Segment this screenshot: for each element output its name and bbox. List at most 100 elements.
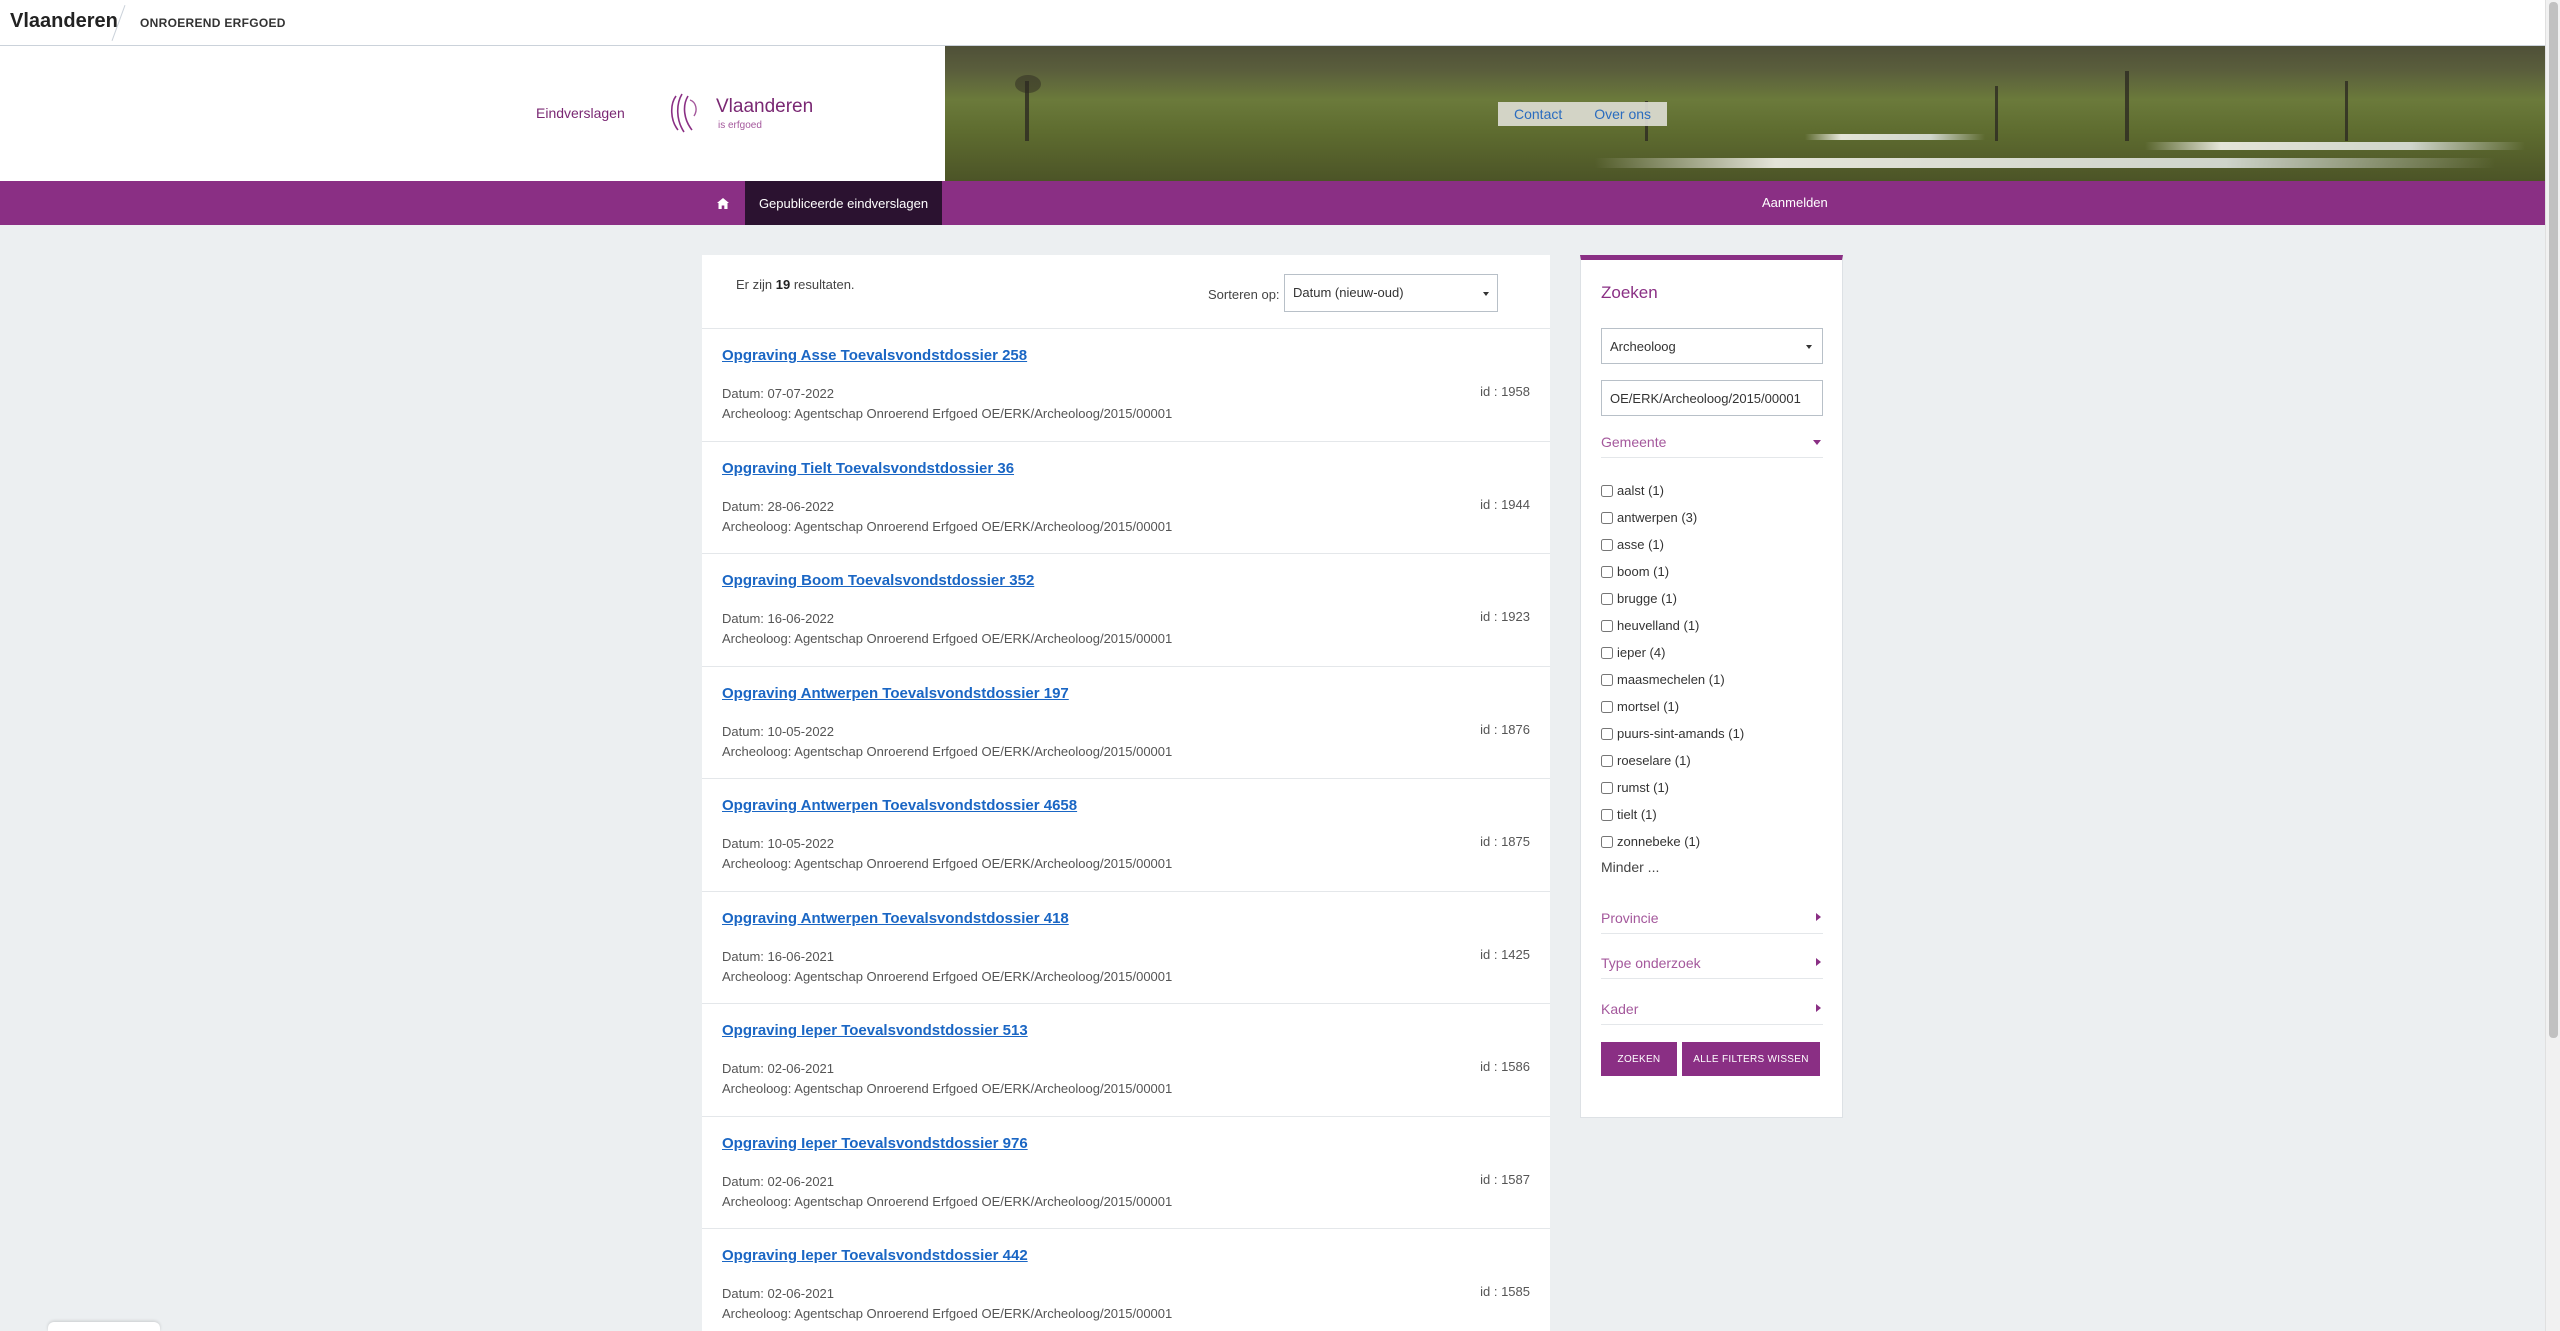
- site-banner: Eindverslagen Vlaanderen is erfgoed: [0, 46, 945, 181]
- results-panel: Er zijn 19 resultaten. Sorteren op: Datu…: [702, 255, 1550, 1331]
- gemeente-checkbox[interactable]: [1601, 727, 1613, 740]
- gemeente-checkbox[interactable]: [1601, 592, 1613, 605]
- nav-published-reports[interactable]: Gepubliceerde eindverslagen: [745, 181, 942, 225]
- result-archaeologist: Archeoloog: Agentschap Onroerend Erfgoed…: [722, 743, 1173, 759]
- result-title-link[interactable]: Opgraving Asse Toevalsvondstdossier 258: [722, 347, 1027, 364]
- result-date: Datum: 16-06-2022: [722, 611, 835, 626]
- gemeente-option[interactable]: heuvelland (1): [1601, 612, 1744, 639]
- gemeente-checkbox[interactable]: [1601, 538, 1613, 551]
- gemeente-option[interactable]: brugge (1): [1601, 585, 1744, 612]
- facet-gemeente[interactable]: Gemeente: [1601, 434, 1823, 458]
- gemeente-checkbox[interactable]: [1601, 781, 1613, 794]
- gemeente-option[interactable]: antwerpen (3): [1601, 504, 1744, 531]
- scrollbar-thumb[interactable]: [2549, 2, 2558, 1038]
- main-nav: Gepubliceerde eindverslagen Aanmelden: [0, 181, 2545, 225]
- result-item: Opgraving Boom Toevalsvondstdossier 352 D…: [702, 554, 1550, 667]
- facet-type-onderzoek[interactable]: Type onderzoek: [1601, 955, 1823, 979]
- gemeente-option[interactable]: aalst (1): [1601, 477, 1744, 504]
- gemeente-checkbox[interactable]: [1601, 484, 1613, 497]
- search-button[interactable]: ZOEKEN: [1601, 1042, 1677, 1076]
- search-field-select[interactable]: Archeoloog: [1601, 328, 1823, 364]
- facet-kader[interactable]: Kader: [1601, 1001, 1823, 1025]
- result-id: id : 1586: [1480, 1059, 1530, 1074]
- result-id: id : 1958: [1480, 384, 1530, 399]
- feedback-tab[interactable]: [48, 1322, 160, 1331]
- result-archaeologist: Archeoloog: Agentschap Onroerend Erfgoed…: [722, 856, 1173, 871]
- gemeente-option[interactable]: ieper (4): [1601, 639, 1744, 666]
- result-id: id : 1585: [1480, 1284, 1530, 1299]
- site-logo[interactable]: Vlaanderen is erfgoed: [668, 90, 828, 140]
- gemeente-option[interactable]: asse (1): [1601, 531, 1744, 558]
- lion-logo-icon: [670, 93, 697, 133]
- gemeente-option[interactable]: maasmechelen (1): [1601, 666, 1744, 693]
- show-less-link[interactable]: Minder ...: [1601, 859, 1659, 875]
- gemeente-option-label: maasmechelen (1): [1617, 672, 1725, 687]
- global-entity[interactable]: ONROEREND ERFGOED: [140, 16, 286, 30]
- about-link[interactable]: Over ons: [1578, 106, 1667, 122]
- result-date: Datum: 02-06-2021: [722, 1061, 835, 1076]
- result-title-link[interactable]: Opgraving Ieper Toevalsvondstdossier 442: [722, 1247, 1028, 1264]
- search-sidebar: Zoeken Archeoloog Gemeente aalst (1) antw…: [1580, 255, 1843, 1118]
- gemeente-option[interactable]: mortsel (1): [1601, 693, 1744, 720]
- result-title-link[interactable]: Opgraving Boom Toevalsvondstdossier 352: [722, 572, 1034, 589]
- result-id: id : 1425: [1480, 946, 1530, 962]
- result-id: id : 1876: [1480, 721, 1530, 737]
- gemeente-option[interactable]: zonnebeke (1): [1601, 828, 1744, 855]
- result-item: Opgraving Antwerpen Toevalsvondstdossier…: [702, 779, 1550, 892]
- site-title[interactable]: Eindverslagen: [536, 105, 625, 121]
- result-item: Opgraving Antwerpen Toevalsvondstdossier…: [702, 892, 1550, 1004]
- result-id: id : 1944: [1480, 496, 1530, 512]
- contact-link[interactable]: Contact: [1498, 106, 1578, 122]
- caret-right-icon: [1816, 958, 1821, 966]
- nav-home[interactable]: [702, 181, 744, 225]
- gemeente-option[interactable]: rumst (1): [1601, 774, 1744, 801]
- gemeente-option[interactable]: roeselare (1): [1601, 747, 1744, 774]
- login-link[interactable]: Aanmelden: [1762, 195, 1828, 210]
- logo-wordmark: Vlaanderen: [716, 96, 814, 117]
- page-scrollbar[interactable]: [2545, 0, 2560, 1331]
- gemeente-checkbox[interactable]: [1601, 700, 1613, 713]
- result-archaeologist: Archeoloog: Agentschap Onroerend Erfgoed…: [722, 1306, 1173, 1321]
- search-input[interactable]: [1601, 380, 1823, 416]
- gemeente-checkbox[interactable]: [1601, 511, 1613, 524]
- result-title-link[interactable]: Opgraving Antwerpen Toevalsvondstdossier…: [722, 685, 1069, 702]
- result-item: Opgraving Ieper Toevalsvondstdossier 442…: [702, 1229, 1550, 1331]
- gemeente-checkbox[interactable]: [1601, 754, 1613, 767]
- gemeente-checkbox[interactable]: [1601, 619, 1613, 632]
- result-title-link[interactable]: Opgraving Tielt Toevalsvondstdossier 36: [722, 460, 1014, 477]
- facet-provincie[interactable]: Provincie: [1601, 910, 1823, 934]
- gemeente-checkbox[interactable]: [1601, 835, 1613, 848]
- results-header: Er zijn 19 resultaten. Sorteren op: Datu…: [702, 255, 1550, 329]
- result-title-link[interactable]: Opgraving Ieper Toevalsvondstdossier 513: [722, 1022, 1028, 1039]
- gemeente-checkbox[interactable]: [1601, 565, 1613, 578]
- result-title-link[interactable]: Opgraving Ieper Toevalsvondstdossier 976: [722, 1135, 1028, 1152]
- chevron-down-icon: [1483, 292, 1489, 296]
- results-list: Opgraving Asse Toevalsvondstdossier 258 D…: [702, 329, 1550, 1331]
- gemeente-option[interactable]: puurs-sint-amands (1): [1601, 720, 1744, 747]
- gemeente-option[interactable]: tielt (1): [1601, 801, 1744, 828]
- result-id: id : 1587: [1480, 1171, 1530, 1187]
- result-title-link[interactable]: Opgraving Antwerpen Toevalsvondstdossier…: [722, 910, 1069, 927]
- result-date: Datum: 28-06-2022: [722, 498, 835, 514]
- caret-down-icon: [1813, 440, 1821, 445]
- gemeente-checkbox[interactable]: [1601, 673, 1613, 686]
- gemeente-checkbox[interactable]: [1601, 808, 1613, 821]
- clear-filters-button[interactable]: ALLE FILTERS WISSEN: [1682, 1042, 1820, 1076]
- gemeente-option-label: mortsel (1): [1617, 699, 1680, 714]
- result-archaeologist: Archeoloog: Agentschap Onroerend Erfgoed…: [722, 631, 1173, 646]
- service-nav: Contact Over ons: [1498, 102, 1668, 126]
- gemeente-option-label: tielt (1): [1617, 807, 1657, 822]
- gemeente-options: aalst (1) antwerpen (3) asse (1) boom (1) br…: [1601, 477, 1744, 855]
- gemeente-option[interactable]: boom (1): [1601, 558, 1744, 585]
- sort-select[interactable]: Datum (nieuw-oud): [1284, 274, 1498, 312]
- result-item: Opgraving Tielt Toevalsvondstdossier 36 D…: [702, 442, 1550, 554]
- gemeente-option-label: rumst (1): [1617, 780, 1669, 795]
- result-title-link[interactable]: Opgraving Antwerpen Toevalsvondstdossier…: [722, 797, 1077, 814]
- result-date: Datum: 02-06-2021: [722, 1173, 835, 1189]
- banner-image: [945, 46, 2545, 181]
- gemeente-checkbox[interactable]: [1601, 646, 1613, 659]
- result-date: Datum: 10-05-2022: [722, 836, 835, 851]
- global-brand[interactable]: Vlaanderen: [10, 10, 118, 33]
- home-icon: [717, 197, 729, 209]
- gemeente-option-label: antwerpen (3): [1617, 510, 1698, 525]
